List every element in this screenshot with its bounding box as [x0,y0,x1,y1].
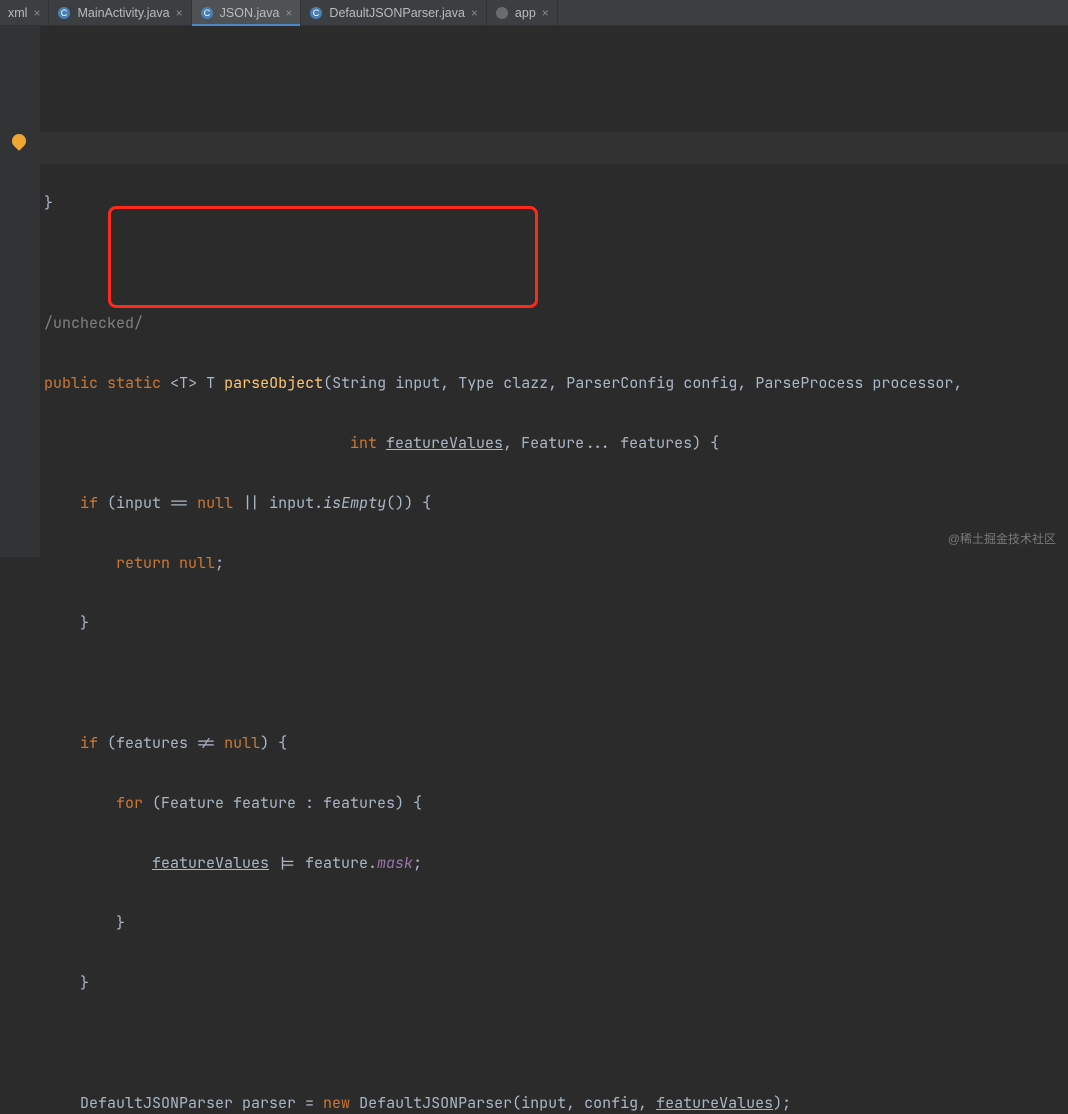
brace: } [44,193,53,213]
p4-type: ParseProcess [755,373,863,393]
brace-close-2: } [116,913,125,933]
kw-public: public [44,373,98,393]
parser-close: ); [773,1093,791,1113]
class-icon: C [200,6,214,20]
for-open: (Feature feature : features) { [152,793,422,813]
tab-label: DefaultJSONParser.java [329,6,464,20]
return-type: T [206,373,215,393]
p4-name: processor [872,373,953,393]
kw-if2: if [80,733,98,753]
svg-text:C: C [203,8,210,18]
code-content: } /unchecked/ public static <T> T parseO… [44,158,1068,1114]
p6-type: Feature... [521,433,611,453]
kw-return: return [116,553,170,573]
open-paren: ( [323,373,332,393]
tab-label: app [515,6,536,20]
gutter[interactable] [0,26,40,557]
arg3: featureValues [656,1093,773,1113]
parser-var: parser = [233,1093,323,1113]
kw-new: new [323,1093,350,1113]
p1-type: String [332,373,386,393]
p2-name: clazz [503,373,548,393]
tab-label: xml [8,6,27,20]
tab-bar: xml × C MainActivity.java × C JSON.java … [0,0,1068,26]
if2-open: (features != [107,733,224,753]
brace-close: } [80,613,89,633]
semi: ; [215,553,224,573]
brace-close-3: } [80,973,89,993]
isEmpty-call: isEmpty [323,493,386,513]
null-val: null [179,553,215,573]
p5-name: featureValues [386,433,503,453]
if1-open: (input == [107,493,197,513]
sig-close: ) { [692,433,719,453]
method-name: parseObject [224,373,323,393]
generic: <T> [170,373,197,393]
kw-for: for [116,793,143,813]
if2-close: ) { [260,733,287,753]
kw-if: if [80,493,98,513]
p1-name: input [395,373,440,393]
tab-app[interactable]: app × [487,0,558,25]
parser-type: DefaultJSONParser [80,1093,233,1113]
intention-bulb-icon[interactable] [9,131,29,151]
tab-main-activity[interactable]: C MainActivity.java × [49,0,191,25]
close-icon[interactable]: × [33,7,40,19]
class-icon: C [309,6,323,20]
p3-name: config [683,373,737,393]
p3-type: ParserConfig [566,373,674,393]
close-icon[interactable]: × [176,7,183,19]
close-icon[interactable]: × [471,7,478,19]
svg-text:C: C [313,8,320,18]
gradle-icon [495,6,509,20]
p6-name: features [620,433,692,453]
if1-close: ()) { [386,493,431,513]
close-icon[interactable]: × [542,7,549,19]
ctor-call: DefaultJSONParser(input, config, [350,1093,656,1113]
semi2: ; [413,853,422,873]
tab-json[interactable]: C JSON.java × [192,0,302,25]
featureValues: featureValues [152,853,269,873]
mask-field: mask [377,853,413,873]
tab-label: MainActivity.java [77,6,169,20]
null2: null [224,733,260,753]
p2-type: Type [458,373,494,393]
tab-xml[interactable]: xml × [0,0,49,25]
editor-area: } /unchecked/ public static <T> T parseO… [0,26,1068,557]
null1: null [197,493,233,513]
tab-label: JSON.java [220,6,280,20]
tab-default-json-parser[interactable]: C DefaultJSONParser.java × [301,0,487,25]
svg-text:C: C [61,8,68,18]
assign-op: |= feature. [269,853,377,873]
close-icon[interactable]: × [285,7,292,19]
if1-or: || input. [233,493,323,513]
annotation-comment: /unchecked/ [44,313,143,333]
p5-type: int [350,433,377,453]
class-icon: C [57,6,71,20]
code-editor[interactable]: } /unchecked/ public static <T> T parseO… [40,26,1068,557]
kw-static: static [107,373,161,393]
